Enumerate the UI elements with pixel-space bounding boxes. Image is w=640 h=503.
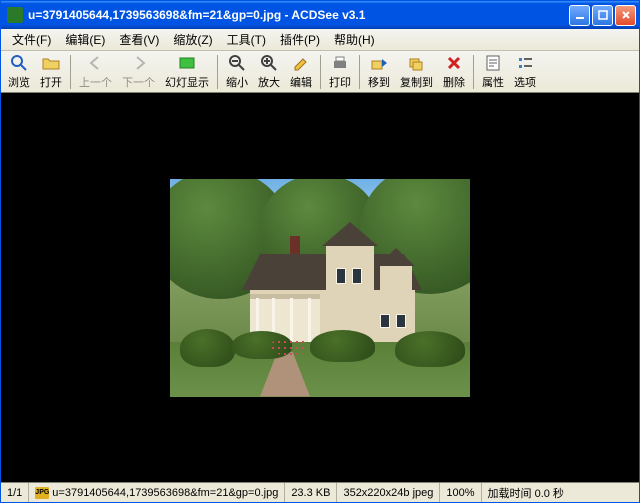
- menu-view[interactable]: 查看(V): [112, 29, 166, 50]
- status-dimensions: 352x220x24b jpeg: [337, 483, 440, 502]
- displayed-image: [170, 179, 470, 397]
- menu-plugins[interactable]: 插件(P): [273, 29, 327, 50]
- window-controls: [569, 5, 636, 26]
- jpg-icon: JPG: [35, 487, 49, 499]
- menu-zoom[interactable]: 缩放(Z): [166, 29, 219, 50]
- properties-icon: [483, 53, 503, 73]
- status-position: 1/1: [1, 483, 29, 502]
- menu-tools[interactable]: 工具(T): [220, 29, 273, 50]
- prev-button: 上一个: [74, 51, 117, 92]
- minimize-button[interactable]: [569, 5, 590, 26]
- toolbar-separator: [473, 55, 474, 89]
- delete-button[interactable]: 删除: [438, 51, 470, 92]
- copyto-button[interactable]: 复制到: [395, 51, 438, 92]
- app-icon: [7, 7, 23, 23]
- statusbar: 1/1 JPGu=3791405644,1739563698&fm=21&gp=…: [1, 482, 639, 502]
- status-loadtime: 加载时间 0.0 秒: [482, 483, 639, 502]
- arrow-left-icon: [86, 53, 106, 73]
- toolbar-separator: [320, 55, 321, 89]
- moveto-button[interactable]: 移到: [363, 51, 395, 92]
- app-window: u=3791405644,1739563698&fm=21&gp=0.jpg -…: [0, 0, 640, 503]
- next-button: 下一个: [117, 51, 160, 92]
- moveto-icon: [369, 53, 389, 73]
- browse-button[interactable]: 浏览: [3, 51, 35, 92]
- arrow-right-icon: [129, 53, 149, 73]
- close-button[interactable]: [615, 5, 636, 26]
- folder-open-icon: [41, 53, 61, 73]
- toolbar-separator: [70, 55, 71, 89]
- image-viewport[interactable]: [1, 93, 639, 482]
- browse-icon: [9, 53, 29, 73]
- titlebar-text: u=3791405644,1739563698&fm=21&gp=0.jpg -…: [28, 8, 569, 22]
- menu-edit[interactable]: 编辑(E): [58, 29, 112, 50]
- open-button[interactable]: 打开: [35, 51, 67, 92]
- slideshow-icon: [177, 53, 197, 73]
- status-zoom: 100%: [440, 483, 481, 502]
- zoomout-button[interactable]: 缩小: [221, 51, 253, 92]
- status-filesize: 23.3 KB: [285, 483, 337, 502]
- printer-icon: [330, 53, 350, 73]
- toolbar-separator: [359, 55, 360, 89]
- edit-button[interactable]: 编辑: [285, 51, 317, 92]
- zoomin-button[interactable]: 放大: [253, 51, 285, 92]
- maximize-button[interactable]: [592, 5, 613, 26]
- zoom-out-icon: [227, 53, 247, 73]
- toolbar: 浏览 打开 上一个 下一个 幻灯显示 缩小 放大 编辑 打印 移到 复制到 删除…: [1, 51, 639, 93]
- edit-icon: [291, 53, 311, 73]
- zoom-in-icon: [259, 53, 279, 73]
- status-filename: JPGu=3791405644,1739563698&fm=21&gp=0.jp…: [29, 483, 285, 502]
- titlebar[interactable]: u=3791405644,1739563698&fm=21&gp=0.jpg -…: [1, 1, 639, 29]
- options-button[interactable]: 选项: [509, 51, 541, 92]
- toolbar-separator: [217, 55, 218, 89]
- delete-icon: [444, 53, 464, 73]
- slideshow-button[interactable]: 幻灯显示: [160, 51, 214, 92]
- copyto-icon: [407, 53, 427, 73]
- options-icon: [515, 53, 535, 73]
- menubar: 文件(F) 编辑(E) 查看(V) 缩放(Z) 工具(T) 插件(P) 帮助(H…: [1, 29, 639, 51]
- menu-help[interactable]: 帮助(H): [327, 29, 382, 50]
- print-button[interactable]: 打印: [324, 51, 356, 92]
- properties-button[interactable]: 属性: [477, 51, 509, 92]
- menu-file[interactable]: 文件(F): [5, 29, 58, 50]
